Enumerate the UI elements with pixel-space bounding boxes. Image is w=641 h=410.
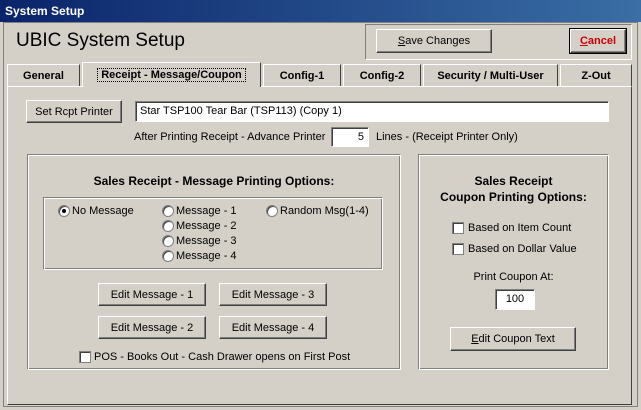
radio-message-4[interactable]	[162, 250, 174, 262]
advance-lines-field[interactable]: 5	[331, 127, 369, 147]
edit-coupon-label: dit Coupon Text	[478, 333, 555, 345]
edit-message-1-button[interactable]: Edit Message - 1	[98, 283, 206, 306]
print-coupon-at-field[interactable]: 100	[495, 289, 535, 310]
tab-label: Security / Multi-User	[437, 69, 544, 82]
radio-message-2[interactable]	[162, 220, 174, 232]
button-label: Edit Message - 3	[231, 288, 315, 301]
dollar-value-label: Based on Dollar Value	[468, 243, 577, 255]
button-label: Edit Message - 1	[110, 288, 194, 301]
radio-random-message[interactable]	[266, 205, 278, 217]
edit-message-3-button[interactable]: Edit Message - 3	[219, 283, 327, 306]
edit-message-2-button[interactable]: Edit Message - 2	[98, 316, 206, 339]
tab-security-multi-user[interactable]: Security / Multi-User	[423, 64, 558, 86]
cancel-button[interactable]: Cancel	[569, 28, 627, 54]
window-title-bar: System Setup	[0, 0, 641, 22]
radio-label: No Message	[72, 205, 134, 217]
tab-config-1[interactable]: Config-1	[263, 64, 341, 86]
edit-message-4-button[interactable]: Edit Message - 4	[219, 316, 327, 339]
advance-printer-label: After Printing Receipt - Advance Printer	[134, 131, 326, 143]
coupon-header-line1: Sales Receipt	[474, 174, 553, 188]
button-label: Edit Message - 2	[110, 321, 194, 334]
edit-coupon-text-button[interactable]: Edit Coupon Text	[450, 327, 576, 351]
radio-no-message[interactable]	[58, 205, 70, 217]
based-on-item-count-checkbox[interactable]	[452, 222, 464, 234]
books-out-label: POS - Books Out - Cash Drawer opens on F…	[94, 351, 351, 363]
radio-message-3[interactable]	[162, 235, 174, 247]
tab-label: General	[23, 69, 64, 82]
set-printer-label: Set Rcpt Printer	[35, 105, 113, 118]
tab-label: Receipt - Message/Coupon	[97, 68, 246, 82]
tab-label: Config-1	[279, 69, 325, 82]
window-title: System Setup	[5, 4, 85, 18]
tab-label: Config-2	[359, 69, 405, 82]
cancel-hotkey-letter: C	[579, 35, 588, 47]
advance-lines-suffix: Lines - (Receipt Printer Only)	[376, 131, 518, 143]
message-options-header: Sales Receipt - Message Printing Options…	[93, 174, 335, 188]
cancel-button-label: ancel	[587, 35, 617, 47]
coupon-header-line2: Coupon Printing Options:	[440, 190, 587, 204]
radio-label: Message - 2	[176, 220, 237, 232]
books-out-checkbox[interactable]	[79, 351, 91, 363]
tab-config-2[interactable]: Config-2	[343, 64, 421, 86]
item-count-label: Based on Item Count	[468, 222, 572, 234]
radio-label: Random Msg(1-4)	[280, 205, 369, 217]
radio-message-1[interactable]	[162, 205, 174, 217]
save-button-label: ave Changes	[405, 35, 471, 47]
radio-label: Message - 3	[176, 235, 237, 247]
tab-label: Z-Out	[581, 69, 611, 82]
edit-coupon-hotkey-letter: E	[471, 333, 479, 345]
set-receipt-printer-button[interactable]: Set Rcpt Printer	[26, 100, 122, 123]
tab-z-out[interactable]: Z-Out	[560, 64, 632, 86]
based-on-dollar-value-checkbox[interactable]	[452, 243, 464, 255]
button-label: Edit Message - 4	[231, 321, 315, 334]
print-coupon-at-label: Print Coupon At:	[473, 271, 554, 283]
radio-label: Message - 1	[176, 205, 237, 217]
receipt-printer-field[interactable]: Star TSP100 Tear Bar (TSP113) (Copy 1)	[135, 101, 609, 122]
save-changes-button[interactable]: Save Changes	[376, 29, 492, 53]
radio-label: Message - 4	[176, 250, 237, 262]
save-hotkey-letter: S	[397, 35, 406, 47]
tab-receipt-message-coupon[interactable]: Receipt - Message/Coupon	[82, 62, 261, 87]
tab-general[interactable]: General	[7, 64, 80, 86]
app-title: UBIC System Setup	[16, 30, 185, 51]
